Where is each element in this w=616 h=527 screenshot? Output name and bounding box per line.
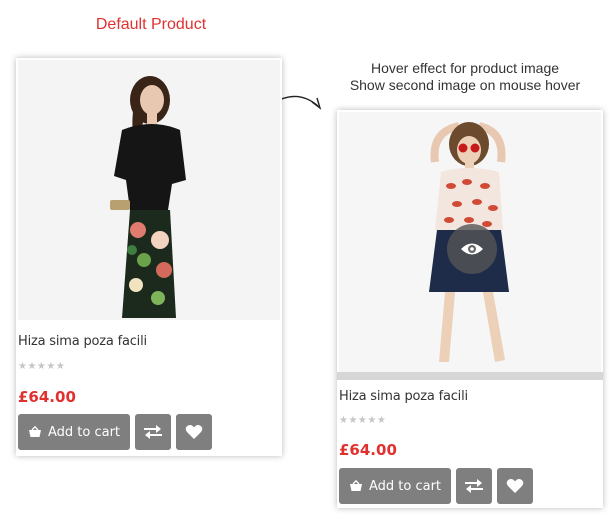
product-title[interactable]: Hiza sima poza facili (339, 389, 468, 404)
wishlist-button[interactable] (176, 414, 212, 450)
hover-caption-line-1: Hover effect for product image (370, 60, 560, 76)
product-actions: Add to cart (339, 468, 533, 504)
compare-arrows-icon (144, 425, 162, 439)
rating-stars: ★★★★★ (339, 415, 387, 426)
heart-icon (506, 479, 524, 493)
hover-caption-line-2: Show second image on mouse hover (349, 77, 581, 93)
compare-button[interactable] (135, 414, 171, 450)
eye-icon (461, 243, 483, 255)
add-to-cart-button[interactable]: Add to cart (18, 414, 130, 450)
product-price: £64.00 (18, 388, 76, 406)
product-card-hover: Hiza sima poza facili ★★★★★ £64.00 Add t… (337, 110, 603, 508)
wishlist-button[interactable] (497, 468, 533, 504)
default-product-caption: Default Product (95, 16, 207, 33)
add-to-cart-label: Add to cart (368, 478, 442, 494)
basket-icon (349, 480, 362, 491)
product-image[interactable] (18, 60, 280, 320)
add-to-cart-button[interactable]: Add to cart (339, 468, 451, 504)
product-card-default: Hiza sima poza facili ★★★★★ £64.00 Add t… (16, 58, 282, 456)
product-actions: Add to cart (18, 414, 212, 450)
image-hover-bar (337, 372, 603, 380)
hover-effect-caption: Hover effect for product image Show seco… (330, 60, 600, 94)
add-to-cart-label: Add to cart (47, 424, 121, 440)
compare-button[interactable] (456, 468, 492, 504)
quick-view-button[interactable] (447, 224, 497, 274)
product-price: £64.00 (339, 441, 397, 459)
product-image-hover[interactable] (339, 112, 601, 372)
rating-stars: ★★★★★ (18, 361, 66, 372)
product-title[interactable]: Hiza sima poza facili (18, 334, 147, 349)
heart-icon (185, 425, 203, 439)
basket-icon (28, 426, 41, 437)
compare-arrows-icon (465, 479, 483, 493)
